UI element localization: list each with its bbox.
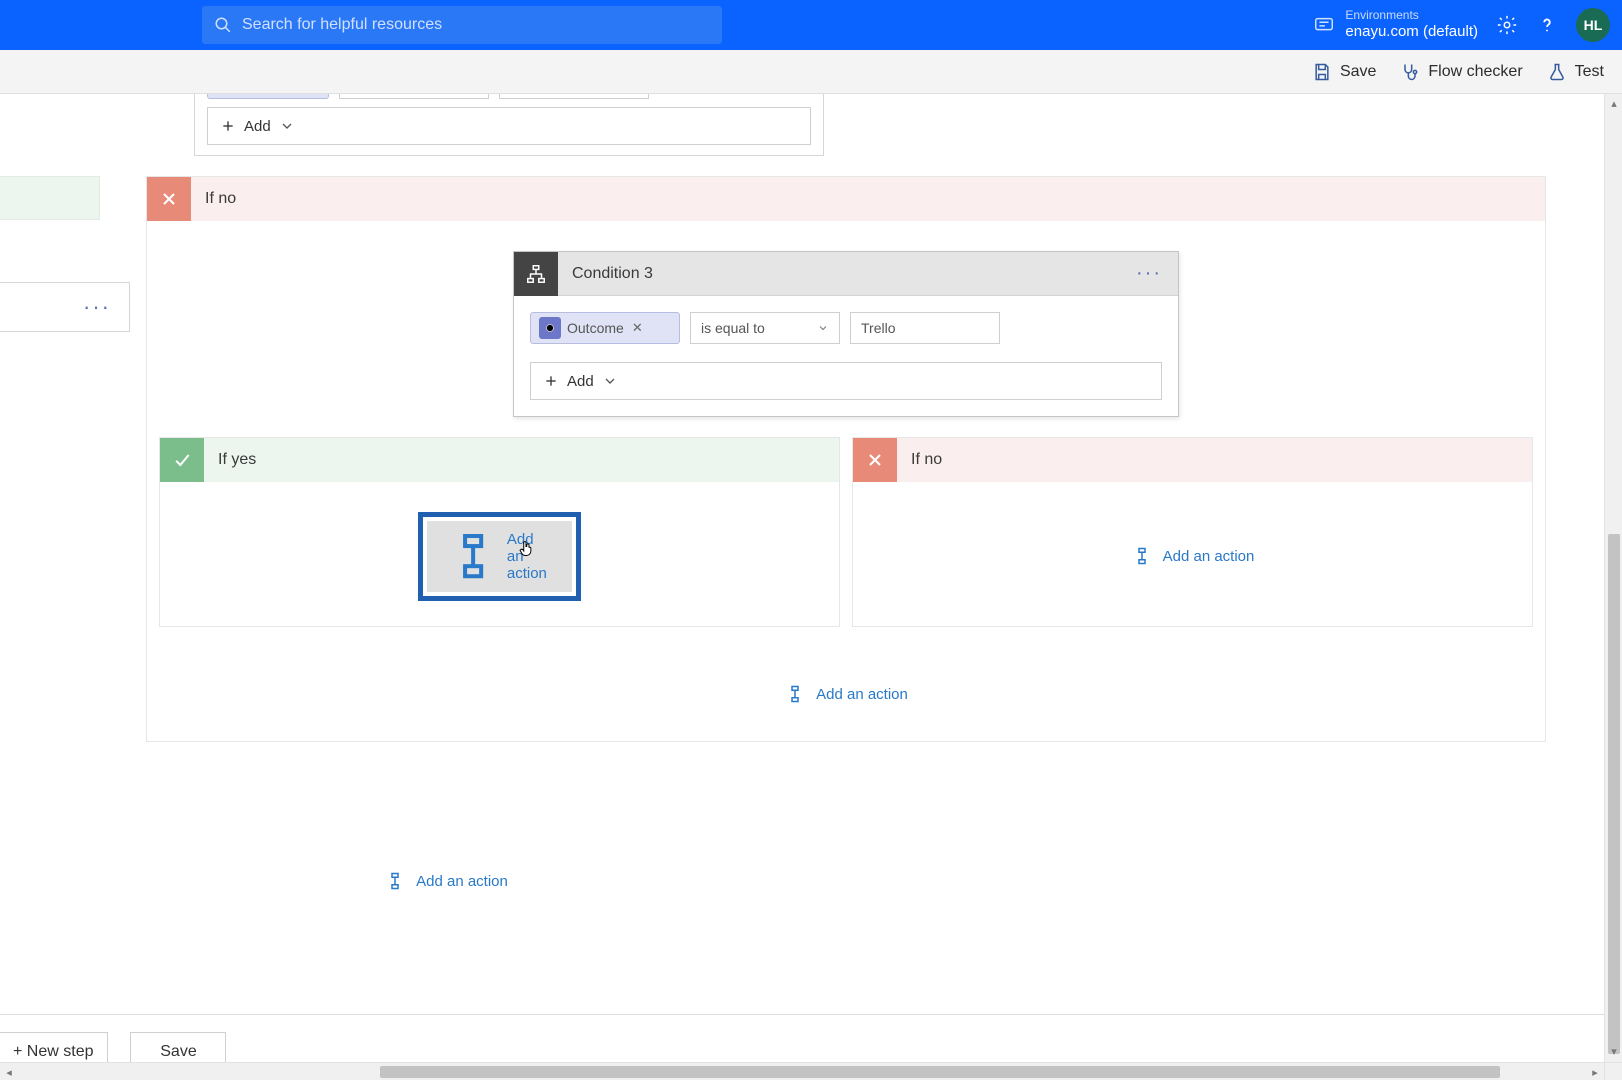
environment-picker[interactable]: Environments enayu.com (default) — [1313, 9, 1478, 40]
environment-label: Environments — [1345, 9, 1478, 23]
scroll-down-icon[interactable]: ▾ — [1605, 1042, 1622, 1060]
new-step-label: + New step — [13, 1043, 93, 1061]
if-no-title-inner: If no — [911, 451, 942, 469]
if-yes-header[interactable]: If yes — [160, 438, 839, 482]
action-card-fragment[interactable]: ··· — [0, 282, 130, 332]
scroll-right-icon[interactable]: ▸ — [1586, 1063, 1604, 1080]
if-no-branch-outer: If no Condition 3 ··· — [146, 176, 1546, 742]
add-action-button[interactable]: Add an action — [770, 677, 922, 711]
pill-label: Outcome — [567, 320, 624, 336]
scroll-corner — [1604, 1062, 1622, 1080]
check-icon — [160, 438, 204, 482]
remove-pill-icon[interactable]: ✕ — [632, 320, 643, 336]
app-header: Environments enayu.com (default) HL — [0, 0, 1622, 50]
add-action-icon — [784, 685, 806, 703]
if-yes-title: If yes — [218, 451, 256, 469]
cross-icon — [853, 438, 897, 482]
add-action-label: Add an action — [416, 873, 508, 890]
test-button[interactable]: Test — [1547, 62, 1604, 82]
add-action-icon — [384, 872, 406, 890]
cursor-hand-icon — [517, 537, 535, 559]
condition-icon — [514, 252, 558, 296]
editor-toolbar: Save Flow checker Test — [0, 50, 1622, 94]
search-input[interactable] — [242, 16, 710, 34]
flow-canvas[interactable]: Outcome ✕ is equal to Tweet Add — [0, 94, 1622, 1080]
save-label-footer: Save — [160, 1043, 196, 1061]
save-button[interactable]: Save — [1312, 62, 1376, 82]
condition-card-partial: Outcome ✕ is equal to Tweet Add — [194, 94, 824, 156]
scroll-left-icon[interactable]: ◂ — [0, 1063, 18, 1080]
value-text: Trello — [861, 320, 896, 336]
stethoscope-icon — [1400, 62, 1420, 82]
value-input[interactable]: Tweet — [499, 94, 649, 99]
help-icon[interactable] — [1536, 14, 1558, 36]
add-action-label: Add an action — [1163, 548, 1255, 565]
gear-icon[interactable] — [1496, 14, 1518, 36]
save-icon — [1312, 62, 1332, 82]
add-label: Add — [244, 118, 271, 135]
operator-value: is equal to — [701, 320, 765, 336]
flask-icon — [1547, 62, 1567, 82]
add-action-button[interactable]: Add an action — [370, 864, 522, 898]
card-more-menu[interactable]: ··· — [1136, 262, 1178, 285]
if-yes-branch: If yes Add an action — [159, 437, 840, 627]
save-label: Save — [1340, 63, 1376, 81]
condition-3-card: Condition 3 ··· Outcome ✕ is e — [513, 251, 1179, 417]
flow-checker-button[interactable]: Flow checker — [1400, 62, 1522, 82]
avatar-initials: HL — [1584, 17, 1603, 33]
if-yes-header-fragment — [0, 176, 100, 220]
value-input[interactable]: Trello — [850, 312, 1000, 344]
horizontal-scrollbar[interactable]: ◂ ▸ — [0, 1062, 1604, 1080]
operator-select[interactable]: is equal to — [339, 94, 489, 99]
add-action-highlighted[interactable]: Add an action — [418, 512, 582, 601]
scroll-up-icon[interactable]: ▴ — [1605, 94, 1622, 112]
scroll-thumb[interactable] — [380, 1066, 1500, 1078]
if-no-header[interactable]: If no — [147, 177, 1545, 221]
if-no-branch-inner: If no Add an action — [852, 437, 1533, 627]
search-icon — [214, 16, 232, 34]
plus-icon — [220, 118, 236, 134]
scroll-thumb[interactable] — [1608, 534, 1620, 1054]
chevron-down-icon — [817, 322, 829, 334]
dynamic-content-pill[interactable]: Outcome ✕ — [530, 312, 680, 344]
environment-icon — [1313, 14, 1335, 36]
add-action-icon — [1131, 547, 1153, 565]
add-condition-button[interactable]: Add — [530, 362, 1162, 400]
dynamic-content-pill[interactable]: Outcome ✕ — [207, 94, 329, 99]
chevron-down-icon — [602, 373, 618, 389]
add-action-button[interactable]: Add an action — [1117, 539, 1269, 573]
add-label: Add — [567, 373, 594, 390]
operator-select[interactable]: is equal to — [690, 312, 840, 344]
flow-checker-label: Flow checker — [1428, 63, 1522, 81]
add-action-label: Add an action — [816, 686, 908, 703]
test-label: Test — [1575, 63, 1604, 81]
add-action-icon — [449, 532, 497, 580]
avatar[interactable]: HL — [1576, 8, 1610, 42]
environment-value: enayu.com (default) — [1345, 23, 1478, 40]
search-box[interactable] — [202, 6, 722, 44]
if-no-header-inner[interactable]: If no — [853, 438, 1532, 482]
add-condition-button[interactable]: Add — [207, 107, 811, 145]
if-no-title: If no — [205, 190, 236, 208]
cross-icon — [147, 177, 191, 221]
vertical-scrollbar[interactable]: ▴ ▾ — [1604, 94, 1622, 1080]
condition-3-title: Condition 3 — [572, 265, 653, 283]
plus-icon — [543, 373, 559, 389]
chevron-down-icon — [279, 118, 295, 134]
